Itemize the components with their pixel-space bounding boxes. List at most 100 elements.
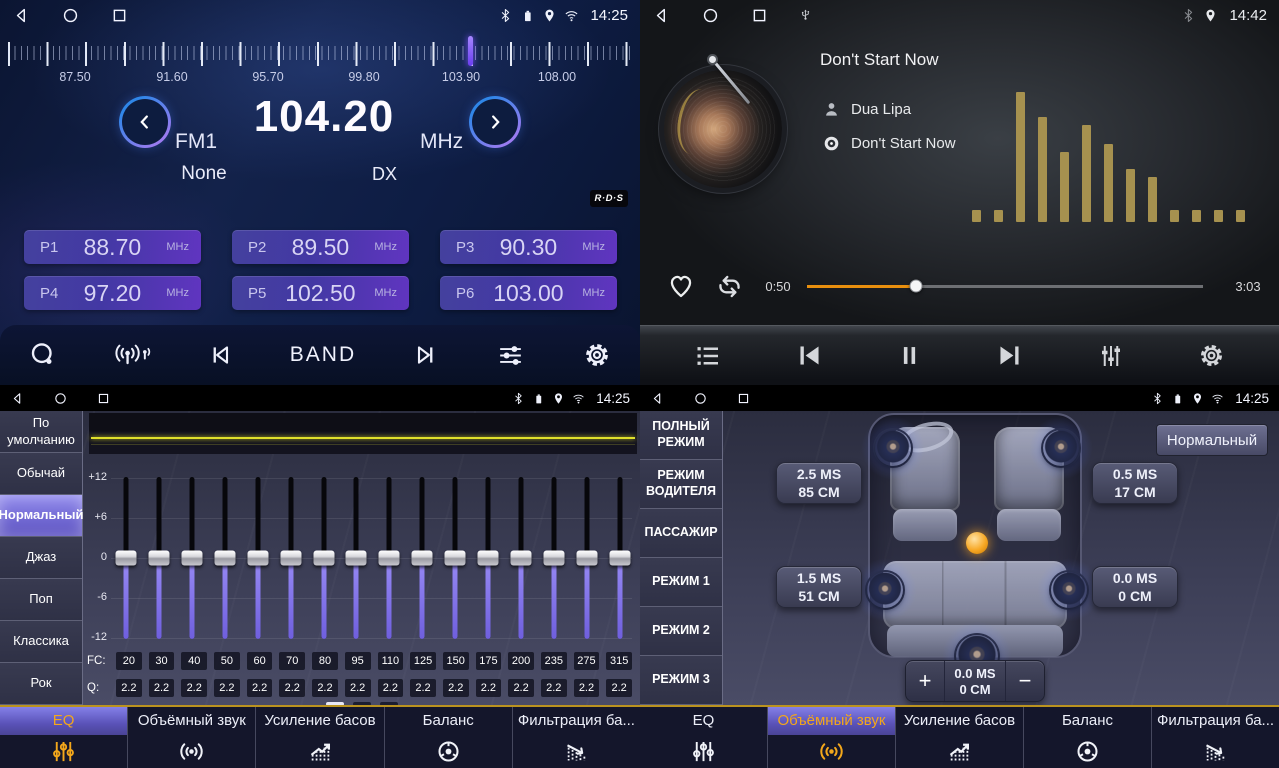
home-icon[interactable] bbox=[701, 6, 720, 25]
tab-bass-boost[interactable]: Усиление басов bbox=[255, 707, 383, 768]
eq-band-slider[interactable] bbox=[542, 477, 566, 639]
recents-icon[interactable] bbox=[750, 6, 769, 25]
back-icon[interactable] bbox=[650, 391, 665, 406]
front-left-delay-button[interactable]: 2.5 MS85 CM bbox=[776, 462, 862, 504]
delay-increase-button[interactable]: + bbox=[906, 661, 944, 701]
eq-band-slider[interactable] bbox=[312, 477, 336, 639]
artist-icon bbox=[822, 100, 841, 119]
preset-button-p6[interactable]: P6103.00MHz bbox=[440, 276, 617, 310]
rear-left-delay-button[interactable]: 1.5 MS51 CM bbox=[776, 566, 862, 608]
home-icon[interactable] bbox=[61, 6, 80, 25]
frequency-scale[interactable]: 87.50 91.60 95.70 99.80 103.90 108.00 bbox=[0, 32, 640, 90]
back-icon[interactable] bbox=[10, 391, 25, 406]
preset-button-p4[interactable]: P497.20MHz bbox=[24, 276, 201, 310]
eq-band-slider[interactable] bbox=[180, 477, 204, 639]
tune-down-button[interactable] bbox=[119, 96, 171, 148]
tab-eq[interactable]: EQ bbox=[640, 707, 767, 768]
sound-preset-button[interactable]: Нормальный bbox=[1156, 424, 1268, 456]
eq-preset-custom[interactable]: Обычай bbox=[0, 453, 82, 495]
favorite-button[interactable] bbox=[666, 271, 696, 301]
q-label: Q: bbox=[87, 682, 109, 694]
eq-band-slider[interactable] bbox=[344, 477, 368, 639]
audio-settings-button[interactable] bbox=[495, 340, 526, 371]
eq-curve-graph bbox=[89, 413, 637, 454]
scan-button[interactable] bbox=[28, 340, 58, 370]
equalizer-button[interactable] bbox=[1096, 341, 1126, 371]
back-icon[interactable] bbox=[12, 6, 31, 25]
mode-3[interactable]: РЕЖИМ 3 bbox=[640, 656, 722, 705]
seek-bar-thumb[interactable] bbox=[909, 280, 922, 293]
mode-1[interactable]: РЕЖИМ 1 bbox=[640, 558, 722, 607]
eq-band-slider[interactable] bbox=[147, 477, 171, 639]
eq-band-slider[interactable] bbox=[279, 477, 303, 639]
tab-balance[interactable]: Баланс bbox=[1023, 707, 1151, 768]
eq-preset-classic[interactable]: Классика bbox=[0, 621, 82, 663]
tab-surround[interactable]: Объёмный звук bbox=[127, 707, 255, 768]
eq-band-slider[interactable] bbox=[476, 477, 500, 639]
eq-band-slider[interactable] bbox=[246, 477, 270, 639]
previous-track-button[interactable] bbox=[794, 340, 825, 371]
tab-balance[interactable]: Баланс bbox=[384, 707, 512, 768]
pause-button[interactable] bbox=[896, 342, 923, 369]
broadcast-button[interactable] bbox=[114, 340, 151, 370]
eq-band-slider[interactable] bbox=[443, 477, 467, 639]
scale-ticks-minor bbox=[8, 46, 632, 60]
rear-right-delay-button[interactable]: 0.0 MS0 CM bbox=[1092, 566, 1178, 608]
settings-button[interactable] bbox=[582, 340, 612, 370]
home-icon[interactable] bbox=[53, 391, 68, 406]
eq-preset-pop[interactable]: Поп bbox=[0, 579, 82, 621]
tab-eq[interactable]: EQ bbox=[0, 707, 127, 768]
mode-passenger[interactable]: ПАССАЖИР bbox=[640, 509, 722, 558]
eq-band-slider[interactable] bbox=[410, 477, 434, 639]
next-station-button[interactable] bbox=[412, 341, 440, 369]
mode-2[interactable]: РЕЖИМ 2 bbox=[640, 607, 722, 656]
eq-band-slider[interactable] bbox=[608, 477, 632, 639]
eq-preset-rock[interactable]: Рок bbox=[0, 663, 82, 705]
previous-station-button[interactable] bbox=[206, 341, 234, 369]
repeat-button[interactable] bbox=[714, 271, 745, 302]
preset-button-p5[interactable]: P5102.50MHz bbox=[232, 276, 409, 310]
eq-band-slider[interactable] bbox=[575, 477, 599, 639]
tab-surround[interactable]: Объёмный звук bbox=[767, 707, 895, 768]
eq-band-slider[interactable] bbox=[114, 477, 138, 639]
eq-band-slider[interactable] bbox=[213, 477, 237, 639]
front-right-delay-button[interactable]: 0.5 MS17 CM bbox=[1092, 462, 1178, 504]
back-icon[interactable] bbox=[652, 6, 671, 25]
track-title: Don't Start Now bbox=[820, 50, 939, 70]
tab-filter[interactable]: Фильтрация ба... bbox=[1151, 707, 1279, 768]
recents-icon[interactable] bbox=[96, 391, 111, 406]
playlist-button[interactable] bbox=[693, 341, 723, 371]
clock: 14:25 bbox=[590, 7, 628, 24]
eq-preset-normal[interactable]: Нормальный bbox=[0, 495, 82, 537]
front-right-speaker-icon bbox=[1043, 430, 1079, 466]
preset-button-p3[interactable]: P390.30MHz bbox=[440, 230, 617, 264]
recents-icon[interactable] bbox=[736, 391, 751, 406]
mode-full[interactable]: ПОЛНЫЙ РЕЖИМ bbox=[640, 411, 722, 460]
preset-button-p2[interactable]: P289.50MHz bbox=[232, 230, 409, 264]
tuning-needle[interactable] bbox=[468, 36, 473, 66]
settings-button[interactable] bbox=[1197, 341, 1226, 370]
eq-preset-jazz[interactable]: Джаз bbox=[0, 537, 82, 579]
tab-filter[interactable]: Фильтрация ба... bbox=[512, 707, 640, 768]
mode-driver[interactable]: РЕЖИМ ВОДИТЕЛЯ bbox=[640, 460, 722, 509]
recents-icon[interactable] bbox=[110, 6, 129, 25]
eq-band-slider[interactable] bbox=[509, 477, 533, 639]
player-toolbar bbox=[640, 325, 1279, 385]
tab-bass-boost[interactable]: Усиление басов bbox=[895, 707, 1023, 768]
preset-button-p1[interactable]: P188.70MHz bbox=[24, 230, 201, 264]
album-row: Don't Start Now bbox=[822, 134, 956, 153]
q-value: 2.2 bbox=[606, 679, 632, 697]
q-value: 2.2 bbox=[116, 679, 142, 697]
seek-bar[interactable] bbox=[807, 285, 1203, 288]
next-track-button[interactable] bbox=[994, 340, 1025, 371]
q-value: 2.2 bbox=[541, 679, 567, 697]
band-button[interactable]: BAND bbox=[290, 343, 356, 367]
eq-band-slider[interactable] bbox=[377, 477, 401, 639]
tune-up-button[interactable] bbox=[469, 96, 521, 148]
fc-value: 20 bbox=[116, 652, 142, 670]
eq-preset-default[interactable]: По умолчанию bbox=[0, 411, 82, 453]
delay-decrease-button[interactable]: − bbox=[1006, 661, 1044, 701]
home-icon[interactable] bbox=[693, 391, 708, 406]
bluetooth-icon bbox=[1181, 8, 1196, 23]
listening-position-marker[interactable] bbox=[966, 532, 988, 554]
